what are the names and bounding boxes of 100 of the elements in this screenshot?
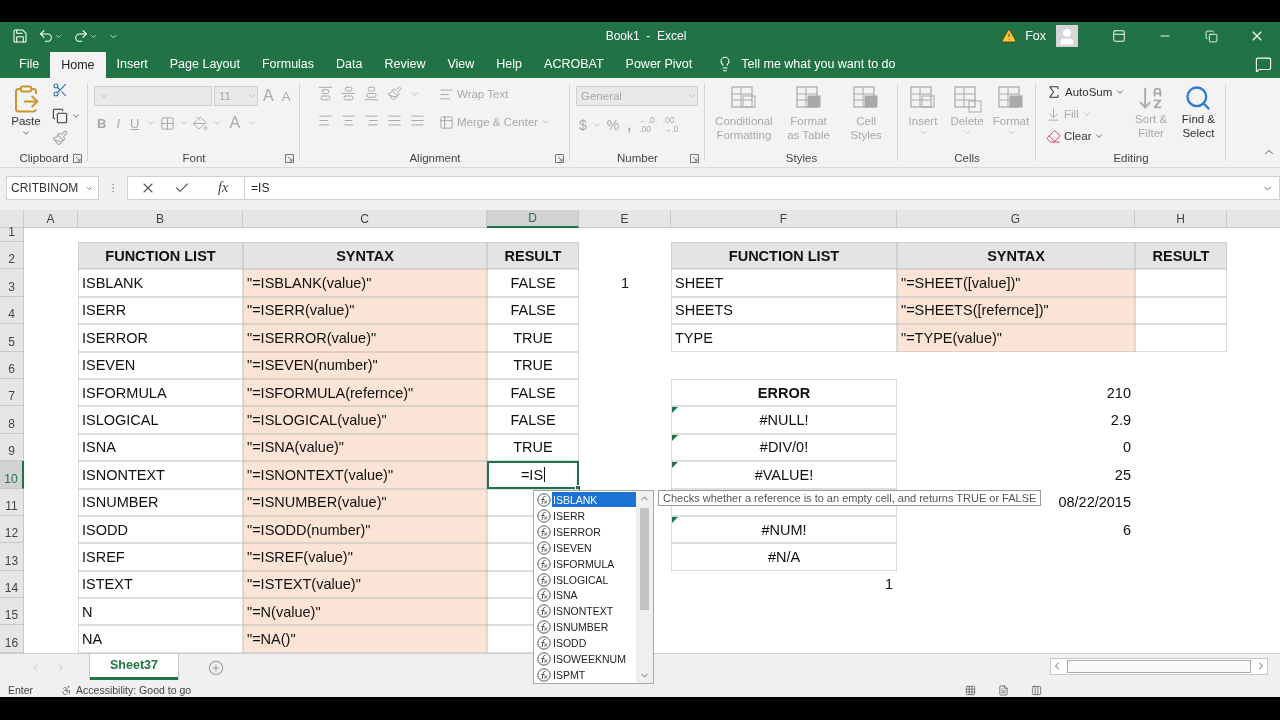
ribbon-tab[interactable]: Power Pivot: [614, 50, 704, 78]
add-sheet-icon[interactable]: [207, 659, 224, 676]
active-cell[interactable]: =IS: [487, 461, 579, 489]
ribbon-tab[interactable]: Review: [373, 50, 437, 78]
vertical-scrollbar[interactable]: [636, 491, 653, 683]
table-cell: NA: [78, 625, 243, 653]
ribbon-tab[interactable]: Page Layout: [158, 50, 251, 78]
autocomplete-item[interactable]: ISOWEEKNUM: [534, 651, 636, 668]
row-header[interactable]: 10: [0, 461, 24, 489]
row-header[interactable]: 1: [0, 228, 24, 242]
row-header[interactable]: 14: [0, 570, 24, 599]
row-header[interactable]: 13: [0, 543, 24, 571]
user-name[interactable]: Fox: [1025, 29, 1046, 43]
autocomplete-item[interactable]: ISNUMBER: [534, 619, 636, 636]
autocomplete-item[interactable]: ISERROR: [534, 523, 636, 540]
ribbon-tab[interactable]: ACROBAT: [533, 50, 615, 78]
copy-button[interactable]: [52, 106, 81, 126]
ribbon-tab[interactable]: Formulas: [250, 50, 326, 78]
clear-button[interactable]: Clear: [1046, 126, 1105, 146]
table-cell: "=ISLOGICAL(value)": [243, 406, 487, 434]
eraser-icon: [1046, 128, 1061, 144]
row-header[interactable]: 16: [0, 625, 24, 653]
dialog-launcher-icon[interactable]: [555, 154, 564, 163]
group-label: Alignment: [409, 152, 461, 164]
table-cell: FALSE: [487, 269, 579, 297]
accessibility-status[interactable]: Accessibility: Good to go: [76, 684, 192, 697]
table-cell: N: [78, 598, 243, 626]
autosum-button[interactable]: AutoSum: [1046, 82, 1126, 102]
ribbon-tab[interactable]: Data: [325, 50, 374, 78]
normal-view-icon[interactable]: [965, 684, 976, 696]
search-icon: [1184, 84, 1213, 112]
autocomplete-item[interactable]: ISERR: [534, 507, 636, 524]
save-icon[interactable]: [12, 28, 28, 44]
ribbon-tab[interactable]: View: [436, 50, 486, 78]
scroll-thumb[interactable]: [640, 508, 649, 610]
page-break-view-icon[interactable]: [1031, 684, 1042, 696]
column-header[interactable]: E: [579, 210, 671, 228]
ribbon-tab[interactable]: Insert: [105, 50, 159, 78]
column-header[interactable]: B: [78, 210, 243, 228]
cell-value: 210: [1106, 384, 1131, 401]
row-header[interactable]: 6: [0, 351, 24, 379]
table-cell: ISBLANK: [78, 269, 243, 297]
group-label: Styles: [785, 152, 818, 164]
autocomplete-item[interactable]: ISPMT: [534, 667, 636, 684]
row-header[interactable]: 11: [0, 488, 24, 516]
page-layout-view-icon[interactable]: [998, 684, 1009, 696]
row-header[interactable]: 4: [0, 296, 24, 325]
tell-me-field[interactable]: Tell me what you want to do: [741, 57, 896, 71]
autocomplete-item[interactable]: ISNONTEXT: [534, 603, 636, 620]
row-header[interactable]: 8: [0, 406, 24, 434]
row-header[interactable]: 15: [0, 598, 24, 626]
dialog-launcher-icon[interactable]: [73, 154, 82, 163]
function-icon: [537, 620, 551, 635]
row-header[interactable]: 2: [0, 242, 24, 270]
find-select-button[interactable]: Find & Select: [1176, 82, 1220, 152]
column-header[interactable]: D: [487, 210, 579, 228]
column-header[interactable]: A: [24, 210, 78, 228]
sigma-icon: [1046, 84, 1062, 100]
autocomplete-item[interactable]: ISNA: [534, 587, 636, 604]
ribbon-tab[interactable]: File: [8, 50, 51, 78]
column-heading-cell: RESULT: [1135, 242, 1227, 270]
row-header[interactable]: 9: [0, 433, 24, 462]
autocomplete-item[interactable]: ISEVEN: [534, 539, 636, 556]
undo-icon[interactable]: [38, 28, 54, 44]
table-cell: "=NA()": [243, 625, 487, 653]
autocomplete-item[interactable]: ISFORMULA: [534, 555, 636, 572]
row-header[interactable]: 12: [0, 515, 24, 544]
comments-icon[interactable]: [1255, 55, 1272, 73]
scroll-thumb[interactable]: [1067, 659, 1251, 673]
row-header[interactable]: 5: [0, 324, 24, 352]
column-header[interactable]: G: [897, 210, 1135, 228]
column-header[interactable]: H: [1135, 210, 1227, 228]
paste-button[interactable]: Paste: [6, 82, 46, 152]
row-header[interactable]: 7: [0, 378, 24, 407]
formula-field[interactable]: =IS: [244, 176, 1280, 200]
redo-icon[interactable]: [73, 28, 89, 44]
table-cell: ISNA: [78, 433, 243, 462]
table-cell: #N/A: [671, 543, 897, 571]
align-right-icon: [364, 113, 379, 128]
name-box[interactable]: CRITBINOM: [6, 176, 99, 200]
row-header[interactable]: 3: [0, 269, 24, 297]
table-cell: "=ISNUMBER(value)": [243, 488, 487, 516]
ribbon-tab[interactable]: Help: [485, 50, 534, 78]
table-cell: ISTEXT: [78, 570, 243, 599]
ribbon-tab[interactable]: Home: [50, 52, 106, 78]
autocomplete-item[interactable]: ISLOGICAL: [534, 571, 636, 588]
autocomplete-item[interactable]: ISODD: [534, 635, 636, 652]
sheet-tab[interactable]: Sheet37: [90, 653, 178, 680]
dialog-launcher-icon[interactable]: [285, 154, 294, 163]
dialog-launcher-icon[interactable]: [690, 154, 699, 163]
function-icon: [537, 572, 551, 587]
column-header[interactable]: C: [243, 210, 487, 228]
column-heading-cell: SYNTAX: [243, 242, 487, 270]
column-header[interactable]: F: [671, 210, 897, 228]
delete-cells-icon: [952, 84, 982, 114]
horizontal-scrollbar[interactable]: [1050, 657, 1268, 675]
cell-value: 6: [1122, 521, 1131, 538]
insert-function-button[interactable]: fx: [208, 180, 239, 196]
fill-down-icon: [1046, 106, 1061, 122]
cell-value: 08/22/2015: [1058, 494, 1131, 511]
